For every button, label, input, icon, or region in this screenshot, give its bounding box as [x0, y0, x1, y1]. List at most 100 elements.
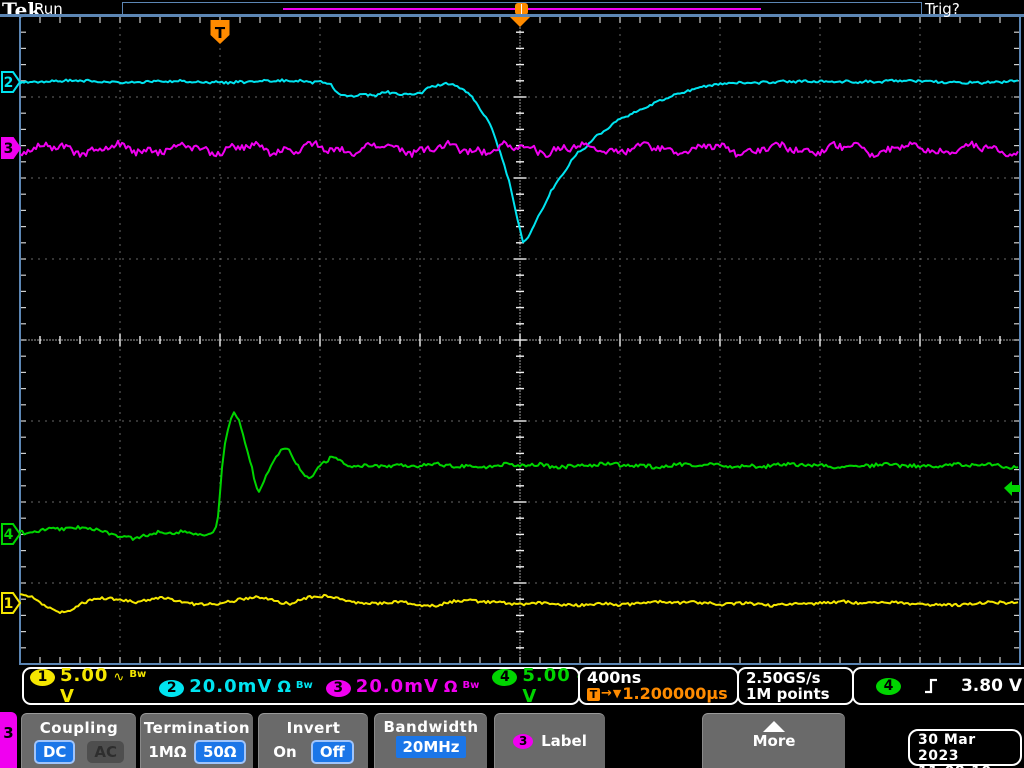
ch3-termination-icon: Ω: [443, 676, 458, 696]
horizontal-readout[interactable]: 400ns T → ▼ 1.200000µs: [578, 667, 739, 705]
grid-dot: [139, 17, 141, 23]
grid-dot: [885, 582, 887, 584]
grid-dot: [952, 339, 954, 341]
channel-readout-bar[interactable]: 1 5.00 V ∿ Bw 2 20.0mV Ω Bw 3 20.0mV Ω B…: [22, 665, 609, 707]
trigger-readout[interactable]: 4 3.80 V: [852, 667, 1024, 705]
grid-dot: [519, 513, 521, 515]
label-button[interactable]: 3 Label: [494, 713, 605, 768]
grid-dot: [55, 339, 57, 341]
grid-dot: [519, 375, 521, 377]
grid-dot: [219, 188, 221, 190]
invert-button[interactable]: Invert On Off: [258, 713, 368, 768]
grid-dot: [815, 420, 817, 422]
grid-dot: [419, 328, 421, 330]
grid-dot: [919, 615, 921, 617]
termination-50-option[interactable]: 50Ω: [193, 740, 246, 764]
grid-dot: [31, 258, 33, 260]
grid-dot: [562, 339, 564, 341]
grid-dot: [219, 615, 221, 617]
trigger-source-badge[interactable]: 4: [875, 677, 901, 695]
grid-dot: [319, 328, 321, 330]
ch2-badge[interactable]: 2: [159, 679, 185, 697]
grid-dot: [402, 420, 404, 422]
grid-dot: [1004, 501, 1006, 503]
grid-dot: [472, 339, 474, 341]
grid-dot: [419, 34, 421, 36]
acquisition-readout[interactable]: 2.50GS/s 1M points: [737, 667, 854, 705]
coupling-ac-option[interactable]: AC: [87, 741, 125, 763]
grid-dot: [619, 650, 621, 652]
grid-dot: [605, 420, 607, 422]
grid-dot: [719, 482, 721, 484]
grid-dot: [439, 17, 441, 23]
grid-dot: [419, 83, 421, 85]
grid-dot: [563, 177, 565, 179]
grid-dot: [59, 582, 61, 584]
grid-dot: [519, 423, 521, 425]
grid-dot: [79, 657, 81, 663]
grid-dot: [919, 594, 921, 596]
grid-dot: [719, 587, 721, 589]
grid-dot: [577, 339, 579, 341]
grid-dot: [853, 339, 855, 341]
grid-dot: [227, 96, 229, 98]
grid-dot: [619, 643, 621, 645]
bandwidth-title: Bandwidth: [383, 718, 479, 736]
grid-dot: [739, 657, 741, 663]
grid-dot: [571, 339, 573, 341]
invert-off-option[interactable]: Off: [310, 740, 354, 764]
grid-dot: [719, 552, 721, 554]
grid-dot: [459, 336, 461, 344]
grid-dot: [759, 336, 761, 344]
grid-dot: [649, 339, 651, 341]
grid-dot: [388, 339, 390, 341]
grid-dot: [213, 501, 215, 503]
grid-dot: [519, 657, 521, 663]
grid-dot: [219, 104, 221, 106]
ch4-badge[interactable]: 4: [492, 669, 518, 686]
grid-dot: [934, 258, 936, 260]
coupling-button[interactable]: Coupling DC AC: [21, 713, 136, 768]
ch2-readout[interactable]: 2 20.0mV Ω Bw: [159, 676, 313, 697]
termination-1m-option[interactable]: 1MΩ: [148, 743, 186, 761]
more-button[interactable]: More: [702, 713, 845, 768]
grid-dot: [604, 339, 606, 341]
grid-dot: [779, 336, 781, 344]
ch1-readout[interactable]: 1 5.00 V ∿ Bw: [30, 665, 146, 707]
grid-dot: [899, 501, 901, 503]
grid-dot: [969, 582, 971, 584]
grid-dot: [712, 339, 714, 341]
bandwidth-value[interactable]: 20MHz: [396, 736, 466, 758]
grid-dot: [325, 582, 327, 584]
grid-dot: [970, 339, 972, 341]
grid-dot: [919, 314, 921, 316]
grid-dot: [419, 468, 421, 470]
grid-dot: [542, 96, 544, 98]
grid-dot: [52, 96, 54, 98]
grid-dot: [219, 146, 221, 148]
ch1-badge[interactable]: 1: [30, 669, 55, 686]
grid-dot: [519, 411, 521, 413]
termination-button[interactable]: Termination 1MΩ 50Ω: [140, 713, 253, 768]
coupling-dc-option[interactable]: DC: [33, 740, 76, 764]
grid-dot: [119, 307, 121, 309]
grid-dot: [519, 360, 521, 362]
grid-dot: [119, 489, 121, 491]
ch3-readout[interactable]: 3 20.0mV Ω Bw: [325, 676, 479, 697]
ch3-badge[interactable]: 3: [325, 679, 351, 697]
grid-dot: [359, 657, 361, 663]
grid-dot: [1011, 96, 1013, 98]
grid-dot: [556, 339, 558, 341]
grid-dot: [119, 573, 121, 575]
grid-dot: [319, 482, 321, 484]
bandwidth-button[interactable]: Bandwidth 20MHz: [374, 713, 487, 768]
grid-dot: [565, 339, 567, 341]
grid-dot: [976, 258, 978, 260]
grid-dot: [360, 420, 362, 422]
grid-dot: [136, 501, 138, 503]
invert-on-option[interactable]: On: [273, 743, 296, 761]
grid-dot: [745, 177, 747, 179]
trigger-level-arrow[interactable]: [1004, 481, 1020, 496]
grid-dot: [519, 651, 521, 653]
grid-dot: [402, 96, 404, 98]
